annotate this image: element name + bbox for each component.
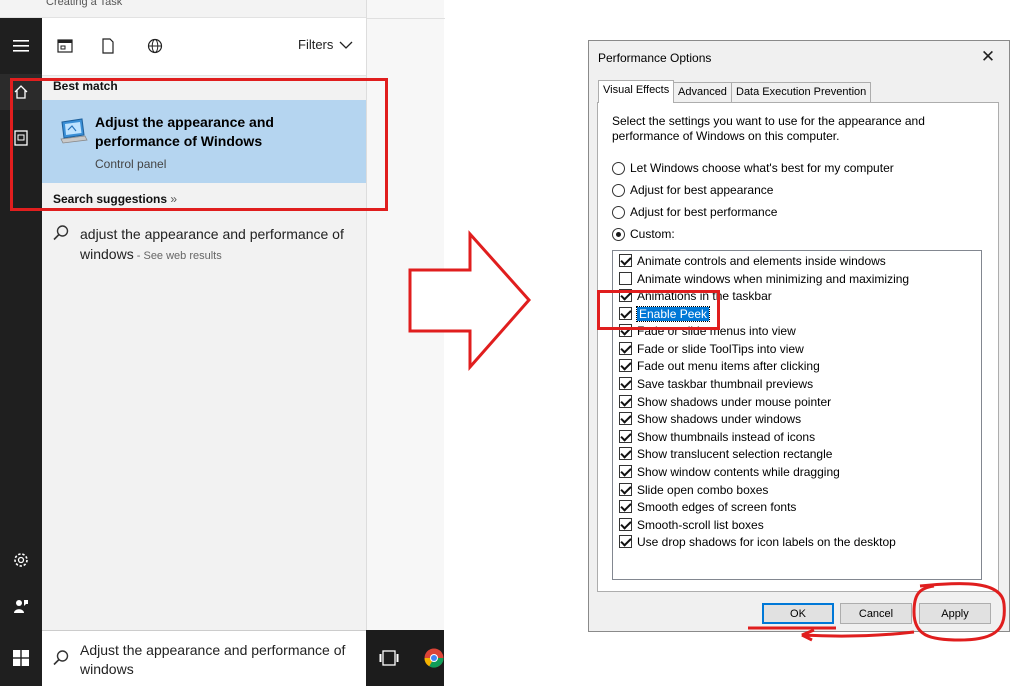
option-label: Fade out menu items after clicking	[637, 358, 820, 373]
search-icon	[52, 649, 70, 667]
search-icon	[52, 224, 70, 242]
tab-data-execution-prevention[interactable]: Data Execution Prevention	[731, 82, 872, 102]
search-suggestion-text: adjust the appearance and performance of…	[80, 224, 360, 266]
settings-gear-icon[interactable]	[0, 542, 42, 578]
checkbox[interactable]	[619, 430, 632, 443]
option-label: Animate windows when minimizing and maxi…	[637, 271, 910, 286]
close-icon[interactable]: ✕	[975, 47, 1001, 67]
tab-advanced[interactable]: Advanced	[673, 82, 732, 102]
windows-start-button[interactable]	[0, 630, 42, 686]
list-item[interactable]: Slide open combo boxes	[619, 481, 768, 498]
visual-effects-page: Select the settings you want to use for …	[597, 102, 999, 592]
performance-options-dialog: Performance Options ✕ Visual Effects Adv…	[588, 40, 1010, 632]
windows-logo-icon	[13, 650, 29, 666]
taskbar-search-box[interactable]: Adjust the appearance and performance of…	[42, 630, 366, 686]
checkbox[interactable]	[619, 535, 632, 548]
search-box-text[interactable]: Adjust the appearance and performance of…	[80, 641, 360, 679]
radio-circle[interactable]	[612, 227, 625, 241]
chrome-icon[interactable]	[424, 648, 444, 668]
checkbox[interactable]	[619, 395, 632, 408]
option-label: Save taskbar thumbnail previews	[637, 376, 814, 391]
option-label: Show thumbnails instead of icons	[637, 429, 816, 444]
tab-visual-effects[interactable]: Visual Effects	[598, 80, 675, 103]
list-item[interactable]: Animate windows when minimizing and maxi…	[619, 270, 909, 287]
search-toolbar: Filters	[42, 18, 366, 76]
user-feedback-icon[interactable]	[0, 588, 42, 624]
cancel-button[interactable]: Cancel	[840, 603, 912, 624]
list-item[interactable]: Show thumbnails instead of icons	[619, 428, 815, 445]
checkbox[interactable]	[619, 412, 632, 425]
option-label: Animate controls and elements inside win…	[637, 253, 886, 268]
list-item[interactable]: Show window contents while dragging	[619, 463, 840, 480]
option-label: Use drop shadows for icon labels on the …	[637, 534, 896, 549]
list-item[interactable]: Save taskbar thumbnail previews	[619, 375, 813, 392]
option-label: Show shadows under mouse pointer	[637, 394, 832, 409]
web-filter-globe-icon[interactable]	[145, 36, 165, 56]
arrow-right-icon	[408, 230, 532, 371]
divider	[367, 18, 445, 19]
documents-filter-icon[interactable]	[98, 36, 118, 56]
search-suggestion-item[interactable]: adjust the appearance and performance of…	[42, 218, 366, 268]
apply-button[interactable]: Apply	[919, 603, 991, 624]
option-label: Slide open combo boxes	[637, 482, 769, 497]
radio-let-windows-choose[interactable]: Let Windows choose what's best for my co…	[612, 159, 894, 177]
checkbox[interactable]	[619, 483, 632, 496]
checkbox[interactable]	[619, 377, 632, 390]
list-item[interactable]: Show translucent selection rectangle	[619, 445, 832, 462]
list-item[interactable]: Smooth-scroll list boxes	[619, 516, 764, 533]
option-label: Show shadows under windows	[637, 411, 802, 426]
best-match-highlight-annotation	[10, 78, 388, 211]
dialog-title: Performance Options	[598, 51, 712, 65]
suggestion-suffix: - See web results	[133, 250, 222, 262]
list-item[interactable]: Show shadows under mouse pointer	[619, 393, 831, 410]
radio-label: Custom:	[630, 227, 675, 241]
checkbox[interactable]	[619, 342, 632, 355]
radio-best-appearance[interactable]: Adjust for best appearance	[612, 181, 773, 199]
radio-circle[interactable]	[612, 205, 625, 219]
checkbox[interactable]	[619, 447, 632, 460]
radio-custom[interactable]: Custom:	[612, 225, 675, 243]
radio-label: Adjust for best appearance	[630, 183, 774, 197]
checkbox[interactable]	[619, 500, 632, 513]
option-label: Fade or slide ToolTips into view	[637, 341, 804, 356]
filters-label: Filters	[298, 37, 334, 52]
radio-circle[interactable]	[612, 161, 625, 175]
hamburger-menu-icon[interactable]	[0, 28, 42, 64]
option-label: Smooth-scroll list boxes	[637, 517, 764, 532]
task-view-icon[interactable]	[378, 647, 400, 669]
option-label: Show window contents while dragging	[637, 464, 840, 479]
filters-dropdown[interactable]: Filters	[298, 37, 353, 52]
background-window-title: Creating a Task	[46, 0, 123, 8]
description-text: Select the settings you want to use for …	[612, 114, 925, 143]
checkbox[interactable]	[619, 272, 632, 285]
radio-best-performance[interactable]: Adjust for best performance	[612, 203, 777, 221]
list-item[interactable]: Use drop shadows for icon labels on the …	[619, 533, 896, 550]
list-item[interactable]: Show shadows under windows	[619, 410, 801, 427]
checkbox[interactable]	[619, 518, 632, 531]
list-item[interactable]: Fade or slide ToolTips into view	[619, 340, 804, 357]
option-label: Smooth edges of screen fonts	[637, 499, 797, 514]
list-item[interactable]: Fade out menu items after clicking	[619, 357, 820, 374]
checkbox[interactable]	[619, 254, 632, 267]
taskbar	[366, 630, 444, 686]
list-item[interactable]: Animate controls and elements inside win…	[619, 252, 886, 269]
ok-button[interactable]: OK	[762, 603, 834, 624]
checkbox[interactable]	[619, 359, 632, 372]
radio-circle[interactable]	[612, 183, 625, 197]
radio-label: Let Windows choose what's best for my co…	[630, 161, 894, 175]
checkbox[interactable]	[619, 465, 632, 478]
option-label: Show translucent selection rectangle	[637, 446, 833, 461]
list-item[interactable]: Smooth edges of screen fonts	[619, 498, 796, 515]
apps-filter-icon[interactable]	[55, 36, 75, 56]
enable-peek-highlight-annotation	[597, 290, 720, 330]
chevron-down-icon	[339, 41, 353, 49]
radio-label: Adjust for best performance	[630, 205, 778, 219]
